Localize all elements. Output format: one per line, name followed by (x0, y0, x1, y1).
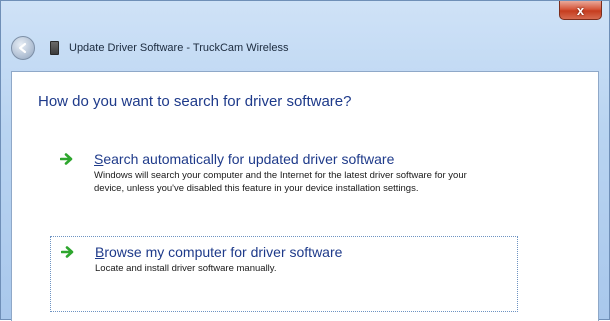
accelerator-key: B (95, 244, 105, 260)
green-arrow-icon (61, 246, 74, 258)
option-title-text: earch automatically for updated driver s… (103, 151, 395, 167)
green-arrow-icon (60, 153, 73, 165)
search-automatically-description: Windows will search your computer and th… (94, 170, 467, 194)
search-automatically-label: Search automatically for updated driver … (94, 151, 508, 167)
page-heading: How do you want to search for driver sof… (38, 93, 352, 110)
content-panel: How do you want to search for driver sof… (11, 71, 599, 321)
close-button[interactable]: x (559, 1, 602, 20)
browse-computer-label: Browse my computer for driver software (95, 244, 507, 260)
search-automatically-option[interactable]: Search automatically for updated driver … (50, 144, 518, 220)
device-icon (50, 41, 59, 55)
browse-computer-description: Locate and install driver software manua… (95, 263, 277, 274)
back-arrow-icon (18, 42, 27, 54)
accelerator-key: S (94, 151, 104, 167)
title-bar: Update Driver Software - TruckCam Wirele… (11, 36, 599, 60)
option-title-text: rowse my computer for driver software (104, 244, 343, 260)
back-button[interactable] (11, 36, 35, 60)
window-title: Update Driver Software - TruckCam Wirele… (69, 42, 289, 54)
browse-computer-option[interactable]: Browse my computer for driver software L… (50, 236, 518, 312)
dialog-window: x Update Driver Software - TruckCam Wire… (0, 0, 610, 321)
close-icon: x (576, 2, 585, 18)
